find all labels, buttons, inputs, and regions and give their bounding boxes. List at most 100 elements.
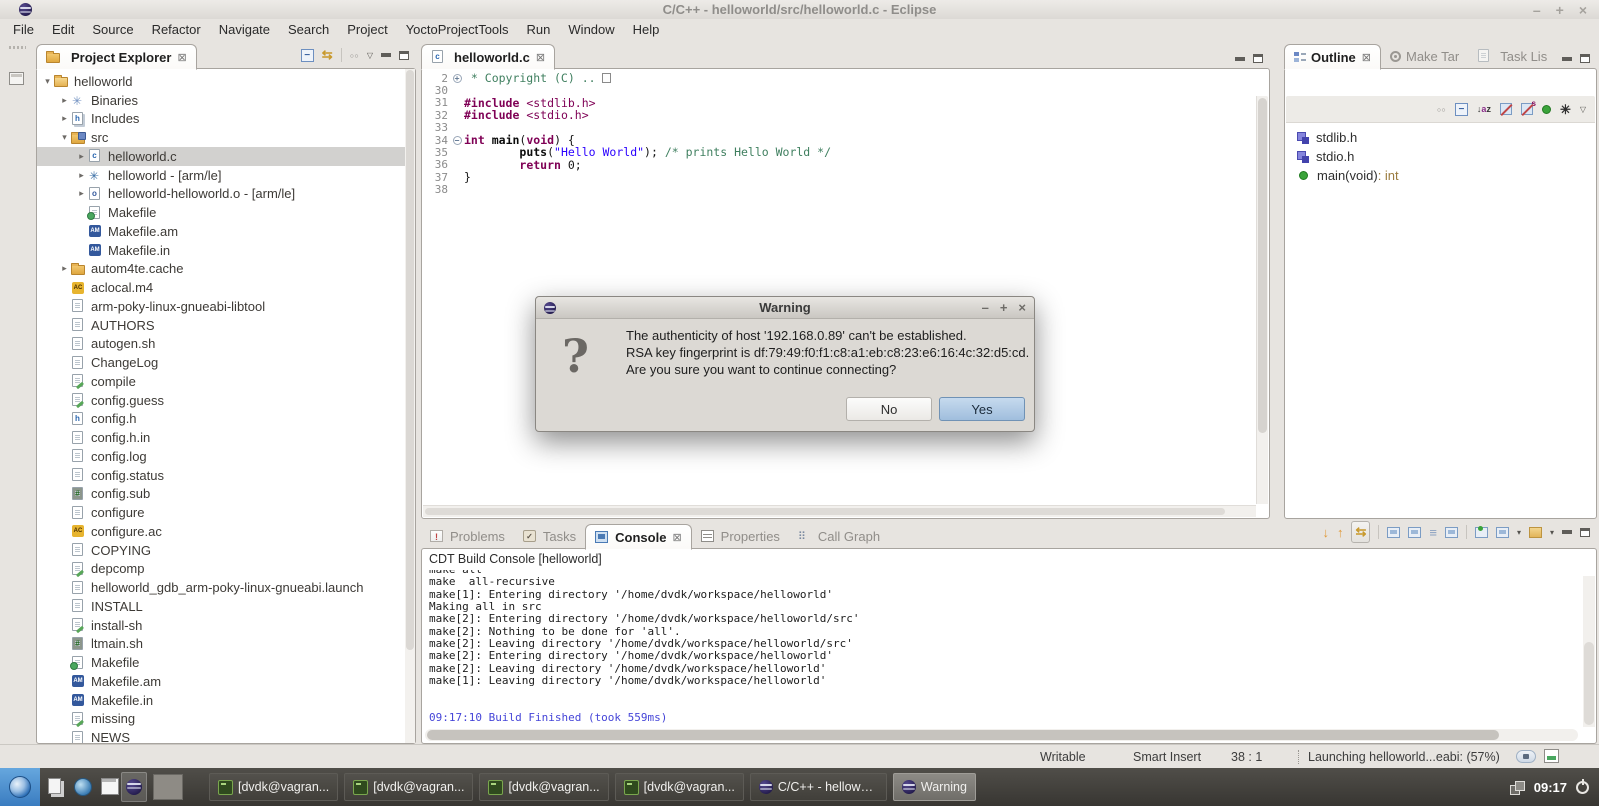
- cancel-operation-button[interactable]: [1516, 750, 1536, 763]
- scroll-lock-button[interactable]: [1387, 527, 1400, 538]
- display-selected-console-button[interactable]: [1496, 527, 1509, 538]
- tree-item[interactable]: configure: [37, 503, 415, 522]
- clock[interactable]: 09:17: [1534, 780, 1567, 795]
- expand-arrow-icon[interactable]: ▸: [58, 113, 71, 124]
- outline-item[interactable]: stdio.h: [1286, 147, 1595, 166]
- hide-inactive-button[interactable]: ✳: [1560, 103, 1571, 116]
- word-wrap-button[interactable]: [1408, 527, 1421, 538]
- expand-arrow-icon[interactable]: ▾: [41, 76, 54, 87]
- tree-item[interactable]: ▸autom4te.cache: [37, 260, 415, 279]
- dialog-close-button[interactable]: ×: [1018, 300, 1026, 315]
- power-icon[interactable]: [1576, 781, 1589, 794]
- progress-view-button[interactable]: [1544, 749, 1559, 763]
- taskbar-window-button[interactable]: Warning: [893, 773, 976, 801]
- tree-item[interactable]: ChangeLog: [37, 353, 415, 372]
- tab-properties[interactable]: Properties: [692, 523, 789, 549]
- fold-marker-icon[interactable]: +: [453, 74, 462, 83]
- tree-item[interactable]: arm-poky-linux-gnueabi-libtool: [37, 297, 415, 316]
- tab-task-list[interactable]: Task Lis: [1468, 43, 1556, 69]
- taskbar-window-button[interactable]: [dvdk@vagran...: [209, 773, 338, 801]
- close-editor-icon[interactable]: ⊠: [536, 51, 545, 64]
- hide-non-public-button[interactable]: [1542, 105, 1551, 114]
- taskbar-window-button[interactable]: C/C++ - hellowo...: [750, 773, 887, 801]
- maximize-outline-button[interactable]: [1580, 54, 1590, 63]
- outline-view-menu-button[interactable]: ▽: [1580, 105, 1586, 114]
- no-button[interactable]: No: [846, 397, 932, 421]
- show-console-output-button[interactable]: ≡: [1429, 526, 1437, 539]
- folded-region-icon[interactable]: [602, 73, 611, 83]
- tree-item[interactable]: ▾src: [37, 128, 415, 147]
- tab-make-target[interactable]: Make Tar: [1381, 43, 1468, 69]
- code-line[interactable]: 36 return 0;: [423, 159, 1268, 171]
- tree-item[interactable]: ▸helloworld - [arm/le]: [37, 166, 415, 185]
- dialog-maximize-button[interactable]: +: [1000, 300, 1008, 315]
- window-minimize-button[interactable]: –: [1533, 2, 1541, 18]
- editor-vertical-scrollbar[interactable]: [1256, 96, 1268, 504]
- outline-collapse-all-button[interactable]: −: [1455, 103, 1468, 116]
- browser-launcher-icon[interactable]: [72, 775, 94, 799]
- minimize-view-button[interactable]: [381, 53, 391, 57]
- file-manager-launcher-icon[interactable]: [45, 775, 67, 799]
- tree-item[interactable]: Makefile: [37, 653, 415, 672]
- tree-item[interactable]: ▾helloworld: [37, 72, 415, 91]
- tree-item[interactable]: ▸helloworld.c: [37, 147, 415, 166]
- tree-item[interactable]: install-sh: [37, 616, 415, 635]
- network-icon[interactable]: [1510, 781, 1525, 794]
- restore-view-icon[interactable]: [9, 72, 24, 85]
- tab-console[interactable]: Console⊠: [585, 524, 692, 550]
- console-horizontal-scrollbar[interactable]: [425, 729, 1578, 741]
- eclipse-launcher-button[interactable]: [121, 772, 147, 802]
- minimize-console-button[interactable]: [1562, 530, 1572, 534]
- tree-item[interactable]: INSTALL: [37, 597, 415, 616]
- menu-item-search[interactable]: Search: [279, 19, 338, 40]
- tree-item[interactable]: config.h.in: [37, 428, 415, 447]
- tree-item[interactable]: helloworld_gdb_arm-poky-linux-gnueabi.la…: [37, 578, 415, 597]
- minimize-editor-button[interactable]: [1235, 57, 1245, 61]
- tree-item[interactable]: depcomp: [37, 560, 415, 579]
- clear-console-button[interactable]: [1445, 527, 1458, 538]
- focus-icon[interactable]: ◦◦: [1437, 103, 1446, 116]
- maximize-editor-button[interactable]: [1253, 54, 1263, 63]
- tree-item[interactable]: aclocal.m4: [37, 278, 415, 297]
- view-menu-button[interactable]: ▽: [367, 51, 373, 60]
- tree-item[interactable]: configure.ac: [37, 522, 415, 541]
- menu-item-yoctoprojecttools[interactable]: YoctoProjectTools: [397, 19, 518, 40]
- editor-horizontal-scrollbar[interactable]: [423, 505, 1256, 517]
- tab-project-explorer[interactable]: Project Explorer ⊠: [36, 44, 197, 70]
- open-console-menu-icon[interactable]: ▾: [1550, 528, 1554, 537]
- outline-item[interactable]: main(void) : int: [1286, 166, 1595, 185]
- menu-item-refactor[interactable]: Refactor: [143, 19, 210, 40]
- tab-outline[interactable]: Outline ⊠: [1284, 44, 1381, 70]
- menu-item-navigate[interactable]: Navigate: [210, 19, 279, 40]
- tree-item[interactable]: AUTHORS: [37, 316, 415, 335]
- window-close-button[interactable]: ×: [1579, 2, 1587, 18]
- tree-item[interactable]: config.guess: [37, 391, 415, 410]
- menu-item-project[interactable]: Project: [338, 19, 396, 40]
- expand-arrow-icon[interactable]: ▸: [58, 263, 71, 274]
- code-line[interactable]: 38: [423, 184, 1268, 196]
- tree-item[interactable]: ▸helloworld-helloworld.o - [arm/le]: [37, 185, 415, 204]
- expand-arrow-icon[interactable]: ▸: [75, 188, 88, 199]
- console-vertical-scrollbar[interactable]: [1583, 576, 1595, 727]
- tree-item[interactable]: config.sub: [37, 485, 415, 504]
- display-console-menu-icon[interactable]: ▾: [1517, 528, 1521, 537]
- workspace-pager[interactable]: [153, 774, 183, 800]
- tree-item[interactable]: ltmain.sh: [37, 635, 415, 654]
- tree-item[interactable]: config.status: [37, 466, 415, 485]
- taskbar-window-button[interactable]: [dvdk@vagran...: [344, 773, 473, 801]
- close-tab-icon[interactable]: ⊠: [177, 51, 186, 64]
- collapse-all-button[interactable]: −: [301, 49, 314, 62]
- tree-item[interactable]: Makefile.am: [37, 222, 415, 241]
- menu-item-edit[interactable]: Edit: [43, 19, 83, 40]
- window-maximize-button[interactable]: +: [1556, 2, 1564, 18]
- tab-call-graph[interactable]: Call Graph: [789, 523, 889, 549]
- menu-item-help[interactable]: Help: [624, 19, 669, 40]
- expand-arrow-icon[interactable]: ▸: [58, 95, 71, 106]
- tab-helloworld-c[interactable]: helloworld.c ⊠: [421, 44, 555, 70]
- explorer-scrollbar[interactable]: [405, 69, 415, 743]
- applications-menu-button[interactable]: [0, 768, 40, 806]
- maximize-console-button[interactable]: [1580, 528, 1590, 537]
- tree-item[interactable]: Makefile.am: [37, 672, 415, 691]
- expand-arrow-icon[interactable]: ▸: [75, 170, 88, 181]
- tree-item[interactable]: missing: [37, 710, 415, 729]
